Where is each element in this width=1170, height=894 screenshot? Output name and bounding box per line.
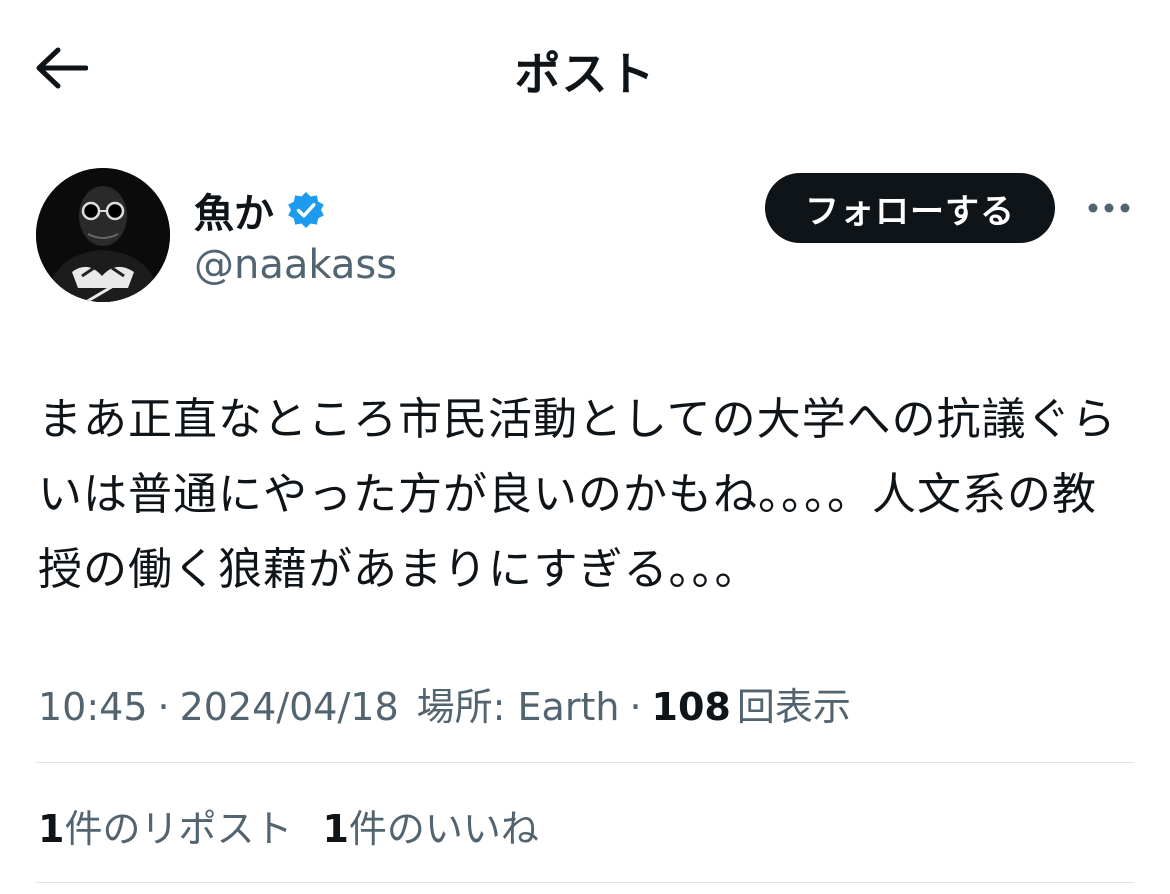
likes-label: 件のいいね bbox=[348, 807, 539, 851]
reposts-count: 1 bbox=[38, 807, 65, 851]
page-title: ポスト bbox=[514, 47, 656, 101]
display-name: 魚か bbox=[194, 191, 274, 237]
likes-count: 1 bbox=[322, 807, 349, 851]
reposts-stat[interactable]: 1 件のリポスト bbox=[38, 798, 292, 853]
divider bbox=[36, 762, 1134, 763]
views-label: 回表示 bbox=[736, 685, 851, 729]
verified-badge-icon bbox=[286, 190, 326, 230]
post-text: まあ正直なところ市民活動としての大学への抗議ぐらいは普通にやった方が良いのかもね… bbox=[38, 394, 1117, 595]
handle[interactable]: @naakass bbox=[194, 242, 397, 288]
reposts-label: 件のリポスト bbox=[64, 807, 293, 851]
avatar-image bbox=[36, 168, 170, 302]
display-name-row[interactable]: 魚か bbox=[194, 186, 326, 237]
post-meta: 10:45 · 2024/04/18 場所: Earth · 108 回表示 bbox=[38, 676, 851, 731]
more-options-button[interactable] bbox=[1084, 190, 1134, 226]
post-date[interactable]: 2024/04/18 bbox=[180, 685, 399, 729]
post-location: 場所: Earth bbox=[416, 685, 620, 729]
top-bar: ポスト bbox=[0, 0, 1170, 135]
divider-bottom bbox=[36, 882, 1134, 883]
post-time[interactable]: 10:45 bbox=[38, 685, 148, 729]
author-row: 魚か @naakass フォローする bbox=[36, 168, 1136, 308]
meta-separator-2: · bbox=[629, 685, 642, 729]
avatar[interactable] bbox=[36, 168, 170, 302]
views-count[interactable]: 108 bbox=[652, 685, 731, 729]
more-options-icon bbox=[1088, 203, 1130, 213]
follow-button[interactable]: フォローする bbox=[765, 173, 1055, 243]
engagement-stats: 1 件のリポスト 1 件のいいね bbox=[38, 798, 539, 853]
likes-stat[interactable]: 1 件のいいね bbox=[322, 798, 538, 853]
meta-separator: · bbox=[157, 685, 170, 729]
